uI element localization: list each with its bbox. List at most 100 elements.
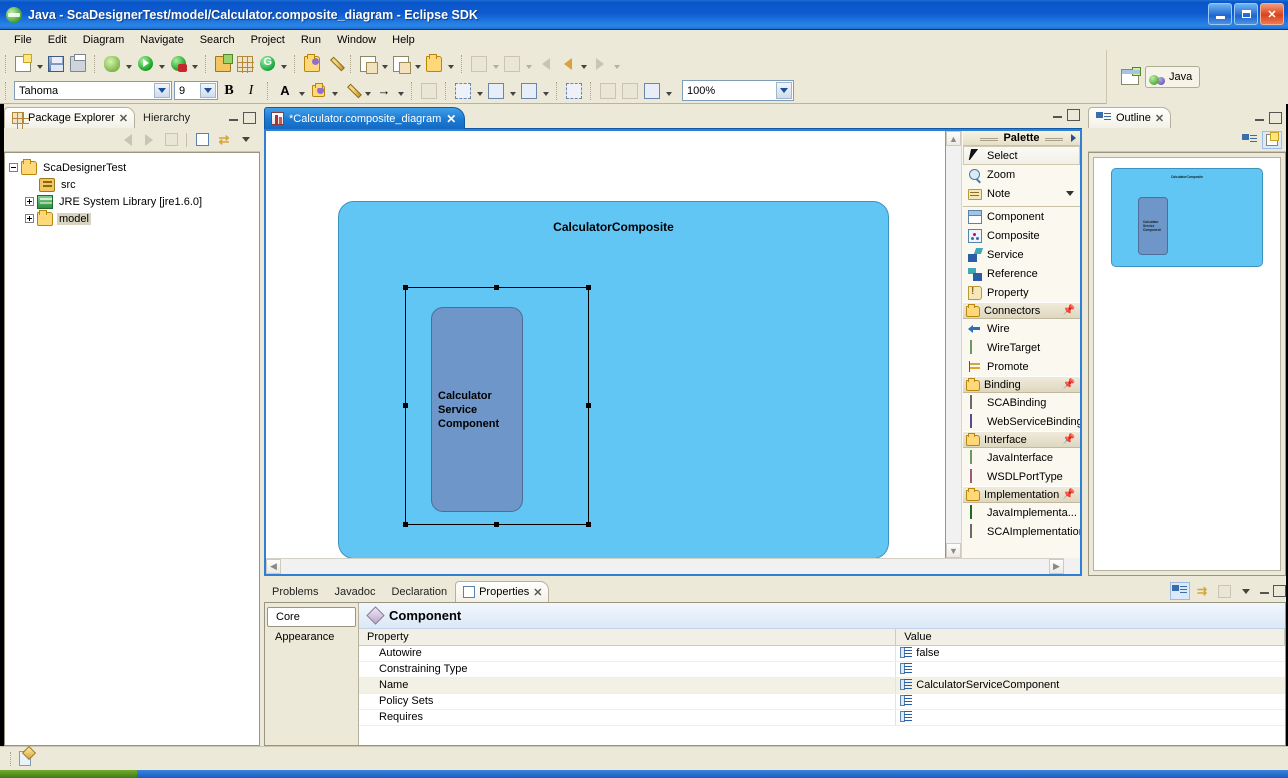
align-dropdown[interactable] [507,80,518,102]
debug-button[interactable] [101,53,123,75]
external-tools-dropdown[interactable] [189,53,200,75]
tree-row-src[interactable]: src [9,176,255,193]
back-history-button[interactable] [556,53,578,75]
palette-item-scaimplementation[interactable]: SCAImplementation [963,522,1080,541]
palette-item-javaimplementation[interactable]: JavaImplementa... [963,503,1080,522]
overview-icon[interactable] [1262,130,1282,149]
palette-item-note[interactable]: Note [963,184,1080,203]
forward-history-button[interactable] [589,53,611,75]
view-menu-icon[interactable] [1236,582,1256,600]
composite-shape[interactable]: CalculatorComposite Calculator Service C… [338,201,889,558]
tab-outline-close-icon[interactable]: ✕ [1155,112,1164,125]
font-family-chevron-down-icon[interactable] [154,83,170,98]
folder-tool-dropdown[interactable] [445,53,456,75]
tab-javadoc[interactable]: Javadoc [326,581,383,602]
zoom-combo[interactable]: 100% [682,80,794,101]
unsnap-button[interactable] [619,80,641,102]
table-row[interactable]: Policy Sets [359,693,1285,710]
menu-edit[interactable]: Edit [40,32,75,48]
tab-properties[interactable]: Properties ✕ [455,581,550,602]
validate-dropdown[interactable] [490,53,501,75]
up-icon[interactable] [161,131,181,149]
line-style-dropdown[interactable] [395,80,406,102]
palette-item-select[interactable]: Select [963,146,1080,165]
menu-navigate[interactable]: Navigate [132,32,191,48]
tree-row-project[interactable]: ScaDesignerTest [9,158,255,176]
distribute-button[interactable] [518,80,540,102]
new-wizard-dropdown[interactable] [34,53,45,75]
straighten-button[interactable] [597,80,619,102]
collapse-all-icon[interactable] [192,131,212,149]
palette-item-reference[interactable]: Reference [963,264,1080,283]
palette-scrollbar[interactable]: ▲ ▼ [946,131,962,558]
package-explorer-maximize-icon[interactable] [243,112,256,124]
editor-maximize-icon[interactable] [1067,109,1080,121]
menu-file[interactable]: File [6,32,40,48]
table-row[interactable]: Autowire false [359,645,1285,662]
resize-handle-middle-right[interactable] [586,403,591,408]
fill-color-button[interactable] [307,80,329,102]
run-button[interactable] [134,53,156,75]
table-row[interactable]: Requires [359,709,1285,726]
tab-package-explorer[interactable]: Package Explorer ✕ [4,107,136,129]
note-chevron-down-icon[interactable] [1066,191,1074,196]
scroll-right-button[interactable]: ▶ [1049,559,1064,574]
palette-item-wire[interactable]: Wire [963,319,1080,338]
new-package-button[interactable] [234,53,256,75]
editor-horizontal-scrollbar[interactable]: ◀ ▶ [266,558,1064,574]
font-size-combo[interactable]: 9 [174,81,218,100]
font-color-dropdown[interactable] [296,80,307,102]
new-wizard-button[interactable] [12,53,34,75]
resize-handle-top-right[interactable] [586,285,591,290]
palette-group-binding[interactable]: Binding 📌 [963,376,1080,393]
new-class-dropdown[interactable] [278,53,289,75]
run-dropdown[interactable] [156,53,167,75]
external-tools-button[interactable] [167,53,189,75]
paste-dropdown[interactable] [412,53,423,75]
properties-minimize-icon[interactable] [1258,585,1271,597]
font-family-combo[interactable]: Tahoma [14,81,172,100]
line-style-button[interactable]: → [373,80,395,102]
palette-item-wiretarget[interactable]: WireTarget [963,338,1080,357]
resize-handle-top-middle[interactable] [494,285,499,290]
show-advanced-icon[interactable]: ⇉ [1192,582,1212,600]
properties-maximize-icon[interactable] [1273,585,1286,597]
select-all-shapes-button[interactable] [452,80,474,102]
menu-diagram[interactable]: Diagram [75,32,133,48]
back-nav-button[interactable] [534,53,556,75]
tab-package-explorer-close-icon[interactable]: ✕ [119,112,128,125]
forward-history-dropdown[interactable] [611,53,622,75]
maximize-button[interactable] [1234,3,1258,25]
copy-appearance-button[interactable] [357,53,379,75]
pin-icon[interactable]: 📌 [1063,434,1075,445]
palette-item-property[interactable]: Property [963,283,1080,302]
view-menu-icon[interactable] [236,131,256,149]
pin-icon[interactable]: 📌 [1063,379,1075,390]
close-button[interactable]: ✕ [1260,3,1284,25]
menu-help[interactable]: Help [384,32,423,48]
editor-tab-calculator[interactable]: *Calculator.composite_diagram ✕ [264,107,466,129]
package-explorer-minimize-icon[interactable] [227,112,240,124]
font-color-button[interactable]: A [274,80,296,102]
pin-icon[interactable]: 📌 [1063,305,1075,316]
component-shape[interactable]: Calculator Service Component [431,307,523,512]
save-button[interactable] [45,53,67,75]
copy-appearance-dropdown[interactable] [379,53,390,75]
resize-handle-middle-left[interactable] [403,403,408,408]
resize-handle-bottom-right[interactable] [586,522,591,527]
table-row[interactable]: Name CalculatorServiceComponent [359,677,1285,694]
property-value-policy-sets[interactable] [895,693,1285,710]
menu-search[interactable]: Search [192,32,243,48]
side-tab-appearance[interactable]: Appearance [267,627,356,647]
align-button[interactable] [485,80,507,102]
palette-item-wsdlporttype[interactable]: WSDLPortType [963,467,1080,486]
palette-group-connectors[interactable]: Connectors 📌 [963,302,1080,319]
palette-scroll-down-button[interactable]: ▼ [946,543,961,558]
palette-item-service[interactable]: Service [963,245,1080,264]
new-java-project-button[interactable] [212,53,234,75]
annotation-button[interactable] [323,53,345,75]
ruler-grid-dropdown[interactable] [663,80,674,102]
palette-header[interactable]: Palette [963,131,1080,146]
palette-item-zoom[interactable]: Zoom [963,165,1080,184]
palette-item-webservicebinding[interactable]: WebServiceBinding [963,412,1080,431]
